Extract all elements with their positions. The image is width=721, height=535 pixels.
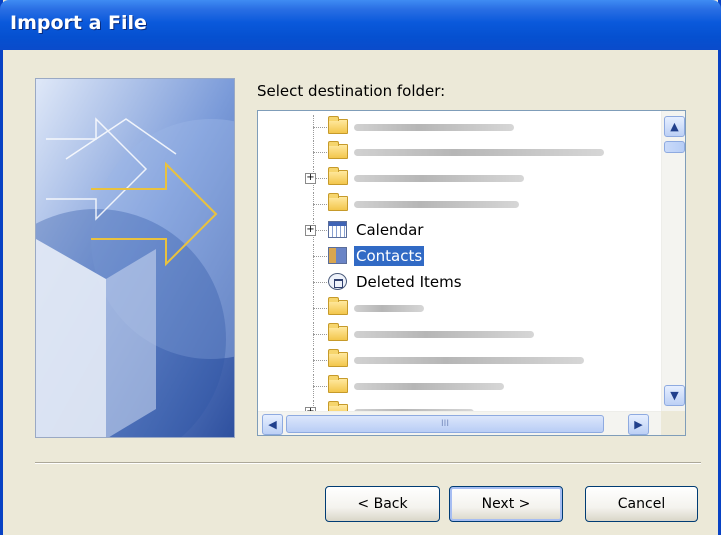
- tree-folder-row[interactable]: [258, 322, 662, 346]
- blurred-folder-name: [354, 357, 584, 364]
- tree-folder-row[interactable]: [258, 192, 662, 216]
- horizontal-scroll-thumb[interactable]: III: [286, 415, 604, 433]
- scroll-down-icon[interactable]: ▼: [664, 385, 685, 406]
- expand-icon[interactable]: +: [305, 173, 316, 184]
- folder-icon: [328, 375, 348, 393]
- tree-folder-row[interactable]: [258, 140, 662, 164]
- tree-item-label: Calendar: [356, 221, 424, 239]
- folder-icon: [328, 193, 348, 211]
- tree-item-label: Contacts: [354, 246, 425, 266]
- next-button[interactable]: Next >: [449, 486, 563, 522]
- title-bar[interactable]: Import a File: [0, 0, 721, 50]
- cancel-button[interactable]: Cancel: [585, 486, 698, 522]
- calendar-icon: [328, 221, 347, 238]
- folder-icon: [328, 116, 348, 134]
- back-button[interactable]: < Back: [325, 486, 440, 522]
- scroll-right-icon[interactable]: ▶: [628, 414, 649, 435]
- tree-folder-row[interactable]: [258, 374, 662, 398]
- tree-item-calendar[interactable]: + Calendar: [258, 218, 662, 242]
- scroll-left-icon[interactable]: ◀: [262, 414, 283, 435]
- folder-icon: [328, 141, 348, 159]
- tree-item-contacts[interactable]: Contacts: [258, 244, 662, 268]
- blurred-folder-name: [354, 331, 534, 338]
- tree-item-label: Deleted Items: [356, 273, 462, 291]
- scroll-grip: III: [441, 419, 449, 429]
- blurred-folder-name: [354, 149, 604, 156]
- button-divider: [35, 462, 701, 464]
- vertical-scroll-thumb[interactable]: [664, 141, 685, 153]
- window-title: Import a File: [10, 12, 147, 34]
- scroll-up-icon[interactable]: ▲: [664, 116, 685, 137]
- folder-icon: [328, 323, 348, 341]
- folder-tree-view[interactable]: + + Calendar Contacts Deleted Items +: [258, 111, 662, 413]
- folder-icon: [328, 167, 348, 185]
- import-file-dialog: Import a File Select destination folder:…: [0, 0, 721, 535]
- folder-tree[interactable]: + + Calendar Contacts Deleted Items + ▲ …: [257, 110, 686, 436]
- arrow-graphic: [36, 79, 234, 437]
- blurred-folder-name: [354, 124, 514, 131]
- folder-icon: [328, 297, 348, 315]
- tree-folder-row[interactable]: [258, 115, 662, 139]
- scrollbar-corner: [661, 411, 685, 435]
- horizontal-scrollbar[interactable]: ◀ III ▶: [258, 411, 662, 435]
- blurred-folder-name: [354, 201, 519, 208]
- tree-folder-row[interactable]: [258, 296, 662, 320]
- wizard-illustration: [35, 78, 235, 438]
- tree-folder-row[interactable]: [258, 348, 662, 372]
- destination-prompt: Select destination folder:: [257, 82, 446, 100]
- folder-icon: [328, 349, 348, 367]
- blurred-folder-name: [354, 175, 524, 182]
- expand-icon[interactable]: +: [305, 225, 316, 236]
- blurred-folder-name: [354, 383, 504, 390]
- blurred-folder-name: [354, 305, 424, 312]
- deleted-items-icon: [328, 273, 347, 290]
- vertical-scrollbar[interactable]: ▲ ▼: [661, 111, 685, 413]
- tree-item-deleted-items[interactable]: Deleted Items: [258, 270, 662, 294]
- tree-folder-row[interactable]: +: [258, 166, 662, 190]
- contacts-icon: [328, 247, 347, 264]
